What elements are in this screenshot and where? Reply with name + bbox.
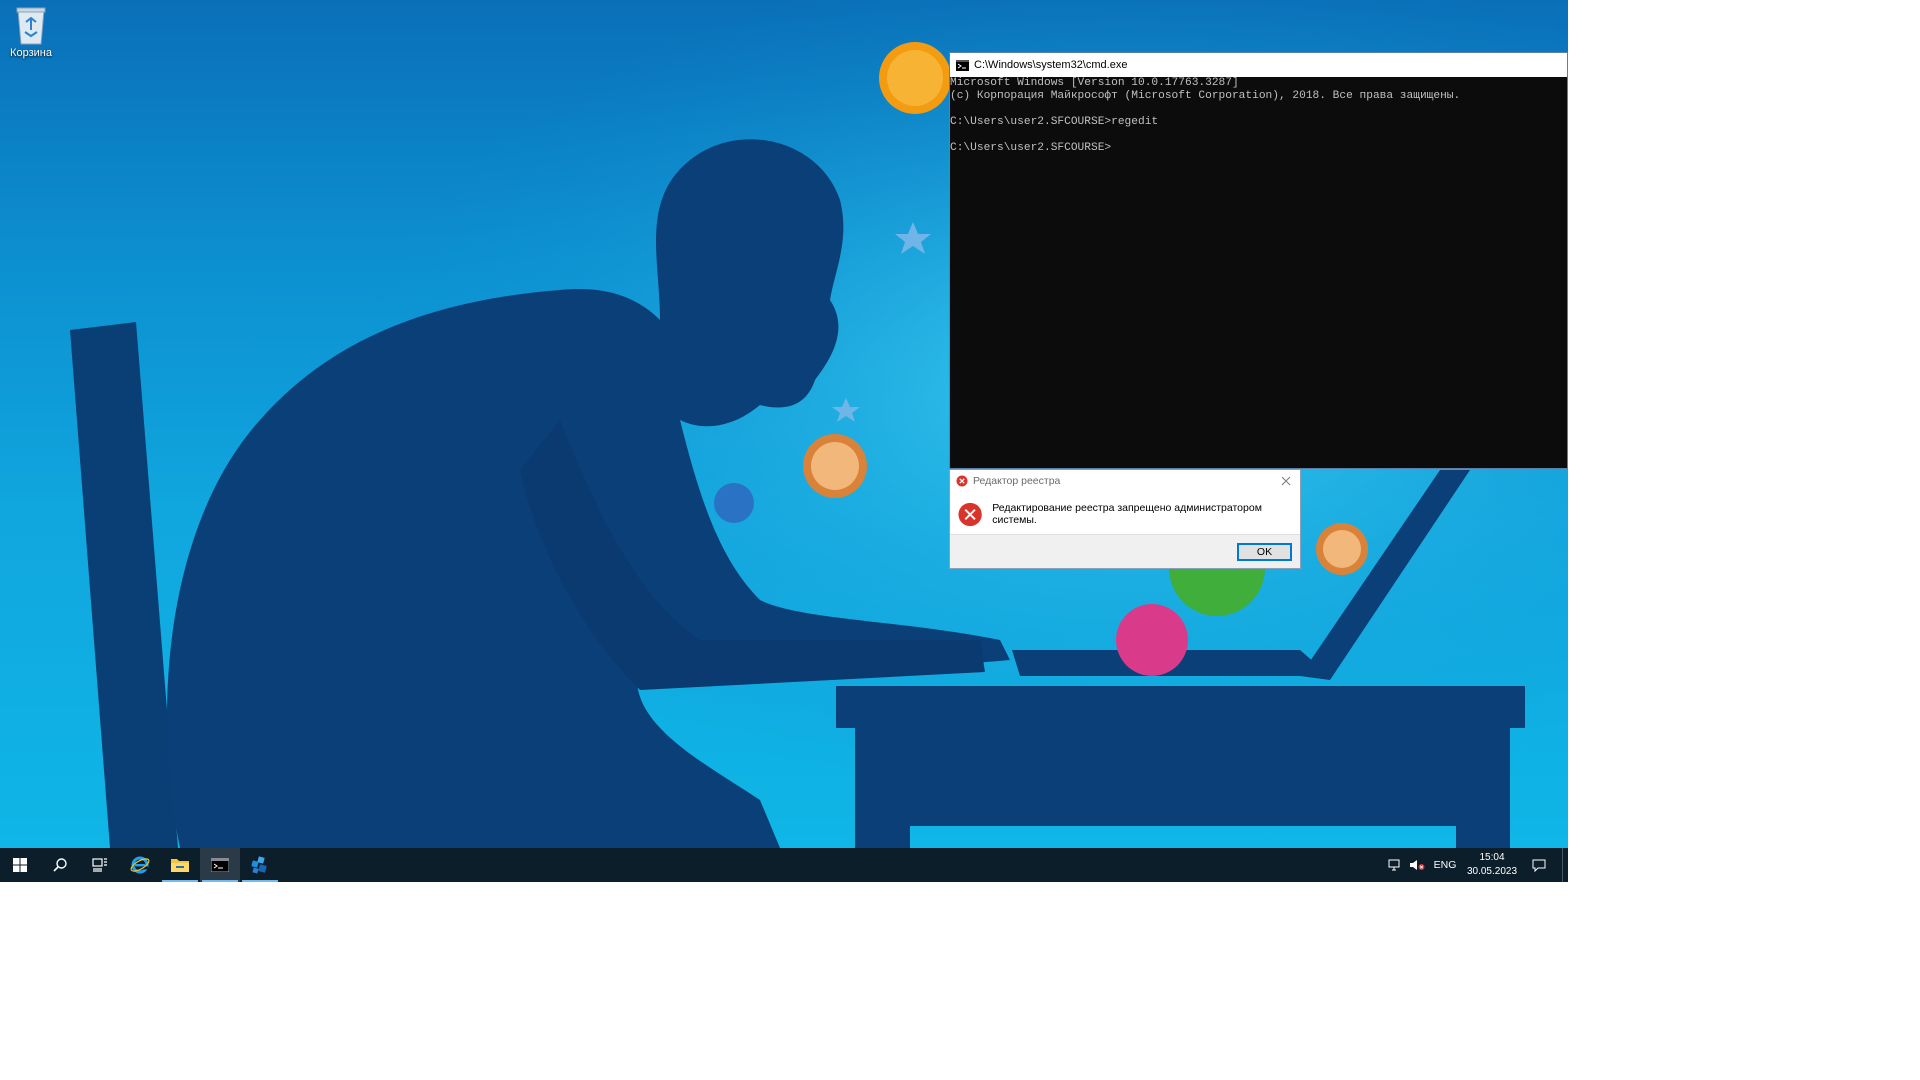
recycle-bin-label: Корзина bbox=[10, 47, 52, 59]
registry-editor-error-dialog[interactable]: Редактор реестра Редактирование реестра … bbox=[949, 469, 1301, 569]
windows-logo-icon bbox=[13, 858, 27, 872]
dialog-close-button[interactable] bbox=[1278, 473, 1294, 489]
dialog-titlebar[interactable]: Редактор реестра bbox=[950, 470, 1300, 492]
regedit-taskbar-button[interactable] bbox=[240, 848, 280, 882]
notification-icon bbox=[1532, 859, 1546, 872]
cmd-title: C:\Windows\system32\cmd.exe bbox=[974, 59, 1128, 71]
error-small-icon bbox=[956, 475, 968, 487]
desktop: Корзина C:\Windows\system32\cmd.exe Micr… bbox=[0, 0, 1568, 848]
cmd-line bbox=[950, 129, 1567, 142]
clock-date: 30.05.2023 bbox=[1466, 866, 1518, 877]
error-icon bbox=[958, 502, 982, 526]
action-center-button[interactable] bbox=[1522, 848, 1556, 882]
start-button[interactable] bbox=[0, 848, 40, 882]
ok-button[interactable]: OK bbox=[1237, 543, 1292, 561]
cmd-titlebar[interactable]: C:\Windows\system32\cmd.exe bbox=[950, 53, 1567, 77]
network-tray-button[interactable] bbox=[1384, 848, 1406, 882]
recycle-bin-desktop-icon[interactable]: Корзина bbox=[6, 4, 56, 59]
taskbar: ENG 15:04 30.05.2023 bbox=[0, 848, 1568, 882]
file-explorer-button[interactable] bbox=[160, 848, 200, 882]
volume-tray-button[interactable] bbox=[1406, 848, 1428, 882]
system-tray: ENG 15:04 30.05.2023 bbox=[1384, 848, 1568, 882]
cmd-taskbar-button[interactable] bbox=[200, 848, 240, 882]
internet-explorer-icon bbox=[130, 856, 150, 874]
internet-explorer-button[interactable] bbox=[120, 848, 160, 882]
cmd-line bbox=[950, 103, 1567, 116]
close-icon bbox=[1281, 476, 1291, 486]
cmd-line: C:\Users\user2.SFCOURSE>regedit bbox=[950, 116, 1159, 128]
search-icon bbox=[53, 858, 67, 872]
input-language-indicator[interactable]: ENG bbox=[1428, 848, 1462, 882]
registry-editor-icon bbox=[251, 856, 267, 874]
clock-time: 15:04 bbox=[1479, 852, 1505, 863]
network-icon bbox=[1388, 859, 1400, 871]
dialog-content: Редактирование реестра запрещено админис… bbox=[950, 492, 1300, 530]
cmd-prompt-line[interactable]: C:\Users\user2.SFCOURSE> bbox=[950, 142, 1567, 155]
show-desktop-button[interactable] bbox=[1562, 848, 1568, 882]
clock[interactable]: 15:04 30.05.2023 bbox=[1462, 848, 1522, 882]
cmd-window[interactable]: C:\Windows\system32\cmd.exe Microsoft Wi… bbox=[949, 52, 1568, 469]
console-icon bbox=[211, 858, 229, 872]
folder-icon bbox=[171, 859, 189, 872]
task-view-button[interactable] bbox=[80, 848, 120, 882]
dialog-title: Редактор реестра bbox=[973, 475, 1061, 487]
console-icon bbox=[956, 59, 969, 71]
cmd-line: Microsoft Windows [Version 10.0.17763.32… bbox=[950, 77, 1239, 89]
dialog-footer: OK bbox=[950, 534, 1300, 568]
search-button[interactable] bbox=[40, 848, 80, 882]
task-view-icon bbox=[92, 858, 107, 872]
cmd-line: (c) Корпорация Майкрософт (Microsoft Cor… bbox=[950, 90, 1461, 102]
recycle-bin-icon bbox=[16, 7, 46, 45]
dialog-message: Редактирование реестра запрещено админис… bbox=[992, 502, 1262, 526]
cmd-output[interactable]: Microsoft Windows [Version 10.0.17763.32… bbox=[950, 77, 1567, 155]
volume-muted-icon bbox=[1410, 860, 1425, 870]
